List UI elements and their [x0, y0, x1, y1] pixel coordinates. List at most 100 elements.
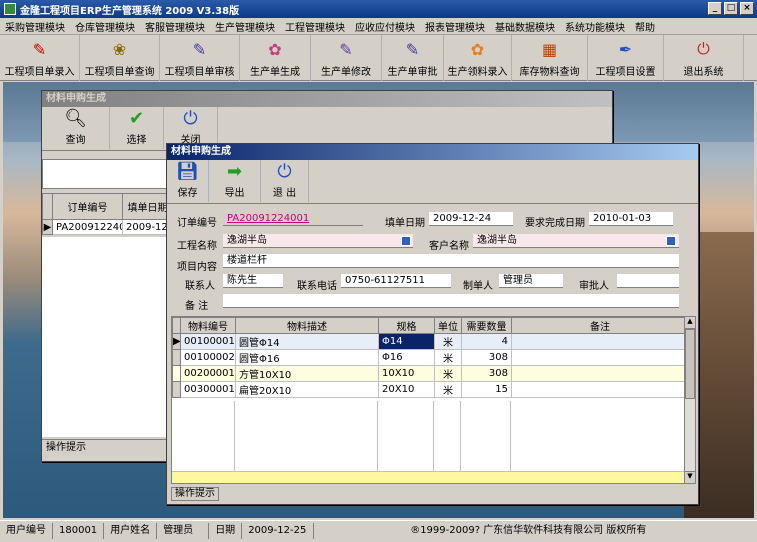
fill-date-field[interactable]: 2009-12-24	[429, 212, 513, 226]
spec-cell[interactable]: Φ16	[378, 349, 435, 366]
production-edit-button[interactable]: ✎ 生产单修改	[311, 35, 382, 81]
customer-name-field[interactable]: 逸湖半岛	[473, 234, 679, 248]
column-header-remark: 备注	[511, 317, 686, 334]
status-bar: 用户编号 180001 用户姓名 管理员 日期 2009-12-25 ®1999…	[0, 520, 757, 540]
remark-cell[interactable]	[511, 349, 686, 366]
table-row[interactable]: 00100002 圆管Φ16 Φ16 米 308	[172, 349, 686, 366]
menu-ar-ap[interactable]: 应收应付模块	[350, 19, 420, 34]
remark-cell[interactable]	[511, 333, 686, 350]
material-desc-cell[interactable]: 圆管Φ14	[235, 333, 379, 350]
arrow-right-icon: ➡	[226, 160, 243, 182]
material-no-cell[interactable]: 00100002	[180, 349, 236, 366]
magnifier-icon: 🔍︎	[64, 107, 87, 129]
due-date-field[interactable]: 2010-01-03	[589, 212, 673, 226]
material-issue-button[interactable]: ✿ 生产领料录入	[444, 35, 512, 81]
table-row[interactable]: 00300001 扁管20X10 20X10 米 15	[172, 381, 686, 398]
summary-row	[172, 471, 686, 483]
scroll-down-icon[interactable]: ▼	[685, 471, 695, 483]
table-row[interactable]: ▶ 00100001 圆管Φ14 Φ14 米 4	[172, 333, 686, 350]
approver-field[interactable]	[617, 274, 679, 288]
project-entry-button[interactable]: ✎ 工程项目单录入	[0, 35, 80, 81]
spec-cell[interactable]: 10X10	[378, 365, 435, 382]
remark-cell[interactable]	[511, 381, 686, 398]
project-query-button[interactable]: ❀ 工程项目单查询	[80, 35, 160, 81]
contact-field[interactable]: 陈先生	[223, 274, 283, 288]
unit-cell[interactable]: 米	[434, 365, 462, 382]
grid-scrollbar[interactable]: ▲ ▼	[684, 316, 696, 484]
user-name-label: 用户姓名	[104, 522, 158, 539]
production-approve-button[interactable]: ✎ 生产单审批	[382, 35, 444, 81]
production-create-button[interactable]: ✿ 生产单生成	[240, 35, 311, 81]
column-header-fill-date: 填单日期	[122, 193, 173, 220]
front-tab-tips[interactable]: 操作提示	[171, 487, 219, 501]
menu-help[interactable]: 帮助	[630, 19, 660, 34]
order-no-field[interactable]: PA20091224001	[223, 212, 363, 226]
phone-field[interactable]: 0750-61127511	[341, 274, 451, 288]
save-button[interactable]: 💾︎ 保存	[167, 160, 209, 202]
close-button[interactable]: ×	[740, 2, 754, 15]
material-no-cell[interactable]: 00300001	[180, 381, 236, 398]
customer-lookup-icon[interactable]	[666, 236, 676, 246]
material-desc-cell[interactable]: 扁管20X10	[235, 381, 379, 398]
material-no-cell[interactable]: 00200001	[180, 365, 236, 382]
minimize-button[interactable]: _	[708, 2, 722, 15]
scroll-thumb[interactable]	[685, 329, 695, 399]
spec-cell[interactable]: Φ14	[378, 333, 435, 350]
back-tab-tips[interactable]: 操作提示	[42, 439, 168, 455]
user-id-value: 180001	[53, 522, 105, 539]
table-row[interactable]: 00200001 方管10X10 10X10 米 308	[172, 365, 686, 382]
scroll-up-icon[interactable]: ▲	[685, 317, 695, 329]
column-header-material-no: 物料编号	[180, 317, 236, 334]
project-settings-button[interactable]: ✒ 工程项目设置	[588, 35, 664, 81]
project-name-field[interactable]: 逸湖半岛	[223, 234, 413, 248]
order-no-cell[interactable]: PA20091224001	[52, 219, 123, 235]
project-lookup-icon[interactable]	[401, 236, 411, 246]
back-window-title: 材料申购生成	[42, 91, 612, 107]
quantity-cell[interactable]: 4	[461, 333, 512, 350]
doc-approve-icon: ✎	[405, 39, 420, 59]
copyright-text: ®1999-2009? 广东信华软件科技有限公司 版权所有	[410, 524, 647, 536]
quantity-cell[interactable]: 308	[461, 365, 512, 382]
due-date-label: 要求完成日期	[525, 218, 585, 229]
unit-cell[interactable]: 米	[434, 349, 462, 366]
unit-cell[interactable]: 米	[434, 381, 462, 398]
menu-engineering[interactable]: 工程管理模块	[280, 19, 350, 34]
project-content-label: 项目内容	[177, 262, 217, 273]
fill-date-cell[interactable]: 2009-12-	[122, 219, 173, 235]
query-button[interactable]: 🔍︎ 查询	[42, 107, 110, 149]
material-desc-cell[interactable]: 圆管Φ16	[235, 349, 379, 366]
project-content-field[interactable]: 楼道栏杆	[223, 254, 679, 268]
inventory-query-button[interactable]: ▦ 库存物料查询	[512, 35, 588, 81]
select-button[interactable]: ✔ 选择	[110, 107, 164, 149]
spec-cell[interactable]: 20X10	[378, 381, 435, 398]
menu-service[interactable]: 客服管理模块	[140, 19, 210, 34]
export-button[interactable]: ➡ 导出	[209, 160, 261, 202]
remark-field[interactable]	[223, 294, 679, 308]
maximize-button[interactable]: □	[724, 2, 738, 15]
user-name-value: 管理员	[157, 522, 210, 539]
menu-production[interactable]: 生产管理模块	[210, 19, 280, 34]
quantity-cell[interactable]: 308	[461, 349, 512, 366]
desktop-background: 材料申购生成 🔍︎ 查询 ✔ 选择 ⏻ 关闭 订单编号 填单日期 ▶ PA200912…	[3, 82, 754, 518]
menu-reports[interactable]: 报表管理模块	[420, 19, 490, 34]
material-no-cell[interactable]: 00100001	[180, 333, 236, 350]
exit-system-button[interactable]: ⏻ 退出系统	[664, 35, 744, 81]
inventory-icon: ▦	[541, 39, 558, 59]
material-table: 物料编号 物料描述 规格 单位 需要数量 备注 ▶ 00100001 圆管Φ14…	[172, 317, 686, 398]
material-desc-cell[interactable]: 方管10X10	[235, 365, 379, 382]
quantity-cell[interactable]: 15	[461, 381, 512, 398]
exit-button[interactable]: ⏻ 退 出	[261, 160, 309, 202]
table-row[interactable]: ▶ PA20091224001 2009-12-	[42, 219, 173, 235]
project-audit-button[interactable]: ✎ 工程项目单审核	[160, 35, 240, 81]
unit-cell[interactable]: 米	[434, 333, 462, 350]
row-pointer-icon: ▶	[172, 333, 181, 350]
menu-system[interactable]: 系统功能模块	[560, 19, 630, 34]
menu-basedata[interactable]: 基础数据模块	[490, 19, 560, 34]
window-controls: _ □ ×	[708, 2, 754, 15]
menu-purchase[interactable]: 采购管理模块	[0, 19, 70, 34]
menu-warehouse[interactable]: 仓库管理模块	[70, 19, 140, 34]
pdf-icon: ✎	[32, 39, 47, 59]
row-header-cell	[172, 381, 181, 398]
maker-field[interactable]: 管理员	[499, 274, 563, 288]
remark-cell[interactable]	[511, 365, 686, 382]
